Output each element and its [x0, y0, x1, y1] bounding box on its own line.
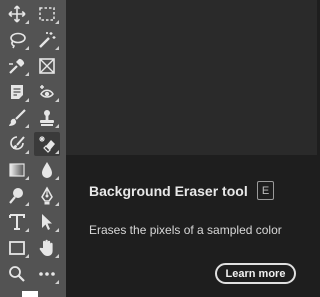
- brush-icon: [9, 109, 26, 126]
- history-brush-icon: [10, 136, 25, 150]
- flyout-indicator: [25, 20, 29, 24]
- flyout-indicator: [25, 228, 29, 232]
- rectangle-icon: [9, 241, 25, 255]
- edit-toolbar[interactable]: [34, 262, 60, 286]
- rect-marquee-icon: [39, 7, 55, 21]
- flyout-indicator: [55, 176, 59, 180]
- stamp-icon: [40, 110, 54, 126]
- tooltip-description: Erases the pixels of a sampled color: [89, 223, 282, 237]
- flyout-indicator: [55, 124, 59, 128]
- gradient-icon: [9, 163, 25, 177]
- magic-wand-icon: [39, 32, 56, 48]
- background-eraser-icon: [39, 136, 55, 153]
- history-brush-tool[interactable]: [4, 132, 30, 156]
- red-eye-tool[interactable]: [34, 80, 60, 104]
- canvas-area: [66, 0, 317, 155]
- background-eraser-tool[interactable]: [34, 132, 60, 156]
- flyout-indicator: [55, 228, 59, 232]
- tooltip-title: Background Eraser tool: [89, 183, 248, 199]
- flyout-indicator: [25, 176, 29, 180]
- hand-tool[interactable]: [34, 236, 60, 260]
- flyout-indicator: [25, 46, 29, 50]
- type-icon: [9, 214, 25, 230]
- shortcut-key-badge: E: [257, 181, 274, 200]
- flyout-indicator: [25, 72, 29, 76]
- flyout-indicator: [55, 202, 59, 206]
- path-selection-tool[interactable]: [34, 210, 60, 234]
- rectangular-marquee-tool[interactable]: [34, 2, 60, 26]
- flyout-indicator: [55, 98, 59, 102]
- clone-stamp-tool[interactable]: [34, 106, 60, 130]
- gradient-tool[interactable]: [4, 158, 30, 182]
- tool-tooltip: Background Eraser tool E Erases the pixe…: [66, 155, 317, 297]
- rectangle-tool[interactable]: [4, 236, 30, 260]
- hand-icon: [39, 239, 53, 256]
- flyout-indicator: [25, 124, 29, 128]
- arrow-icon: [42, 214, 52, 230]
- flyout-indicator: [25, 254, 29, 258]
- flyout-indicator: [25, 150, 29, 154]
- lasso-icon: [10, 32, 26, 49]
- flyout-indicator: [55, 254, 59, 258]
- zoom-tool[interactable]: [4, 262, 30, 286]
- flyout-indicator: [55, 20, 59, 24]
- flyout-indicator: [55, 150, 59, 154]
- frame-tool[interactable]: [34, 54, 60, 78]
- learn-more-button[interactable]: Learn more: [215, 263, 296, 284]
- eyedropper-tool[interactable]: [4, 54, 30, 78]
- magic-wand-tool[interactable]: [34, 28, 60, 52]
- note-tool[interactable]: [4, 80, 30, 104]
- tools-panel: [0, 0, 66, 297]
- blur-tool[interactable]: [34, 158, 60, 182]
- flyout-indicator: [55, 280, 59, 284]
- dodge-icon: [9, 188, 23, 204]
- flyout-indicator: [25, 98, 29, 102]
- type-tool[interactable]: [4, 210, 30, 234]
- brush-tool[interactable]: [4, 106, 30, 130]
- eyedropper-icon: [9, 58, 25, 74]
- move-tool[interactable]: [4, 2, 30, 26]
- move-icon: [8, 5, 26, 23]
- pen-icon: [41, 186, 53, 205]
- foreground-color-swatch[interactable]: [22, 291, 38, 297]
- flyout-indicator: [55, 46, 59, 50]
- pen-tool[interactable]: [34, 184, 60, 208]
- dodge-tool[interactable]: [4, 184, 30, 208]
- frame-icon: [39, 58, 55, 74]
- red-eye-icon: [40, 85, 54, 98]
- zoom-icon: [9, 266, 25, 282]
- note-icon: [11, 85, 23, 99]
- drop-icon: [42, 162, 52, 178]
- lasso-tool[interactable]: [4, 28, 30, 52]
- flyout-indicator: [25, 202, 29, 206]
- more-icon: [39, 272, 55, 276]
